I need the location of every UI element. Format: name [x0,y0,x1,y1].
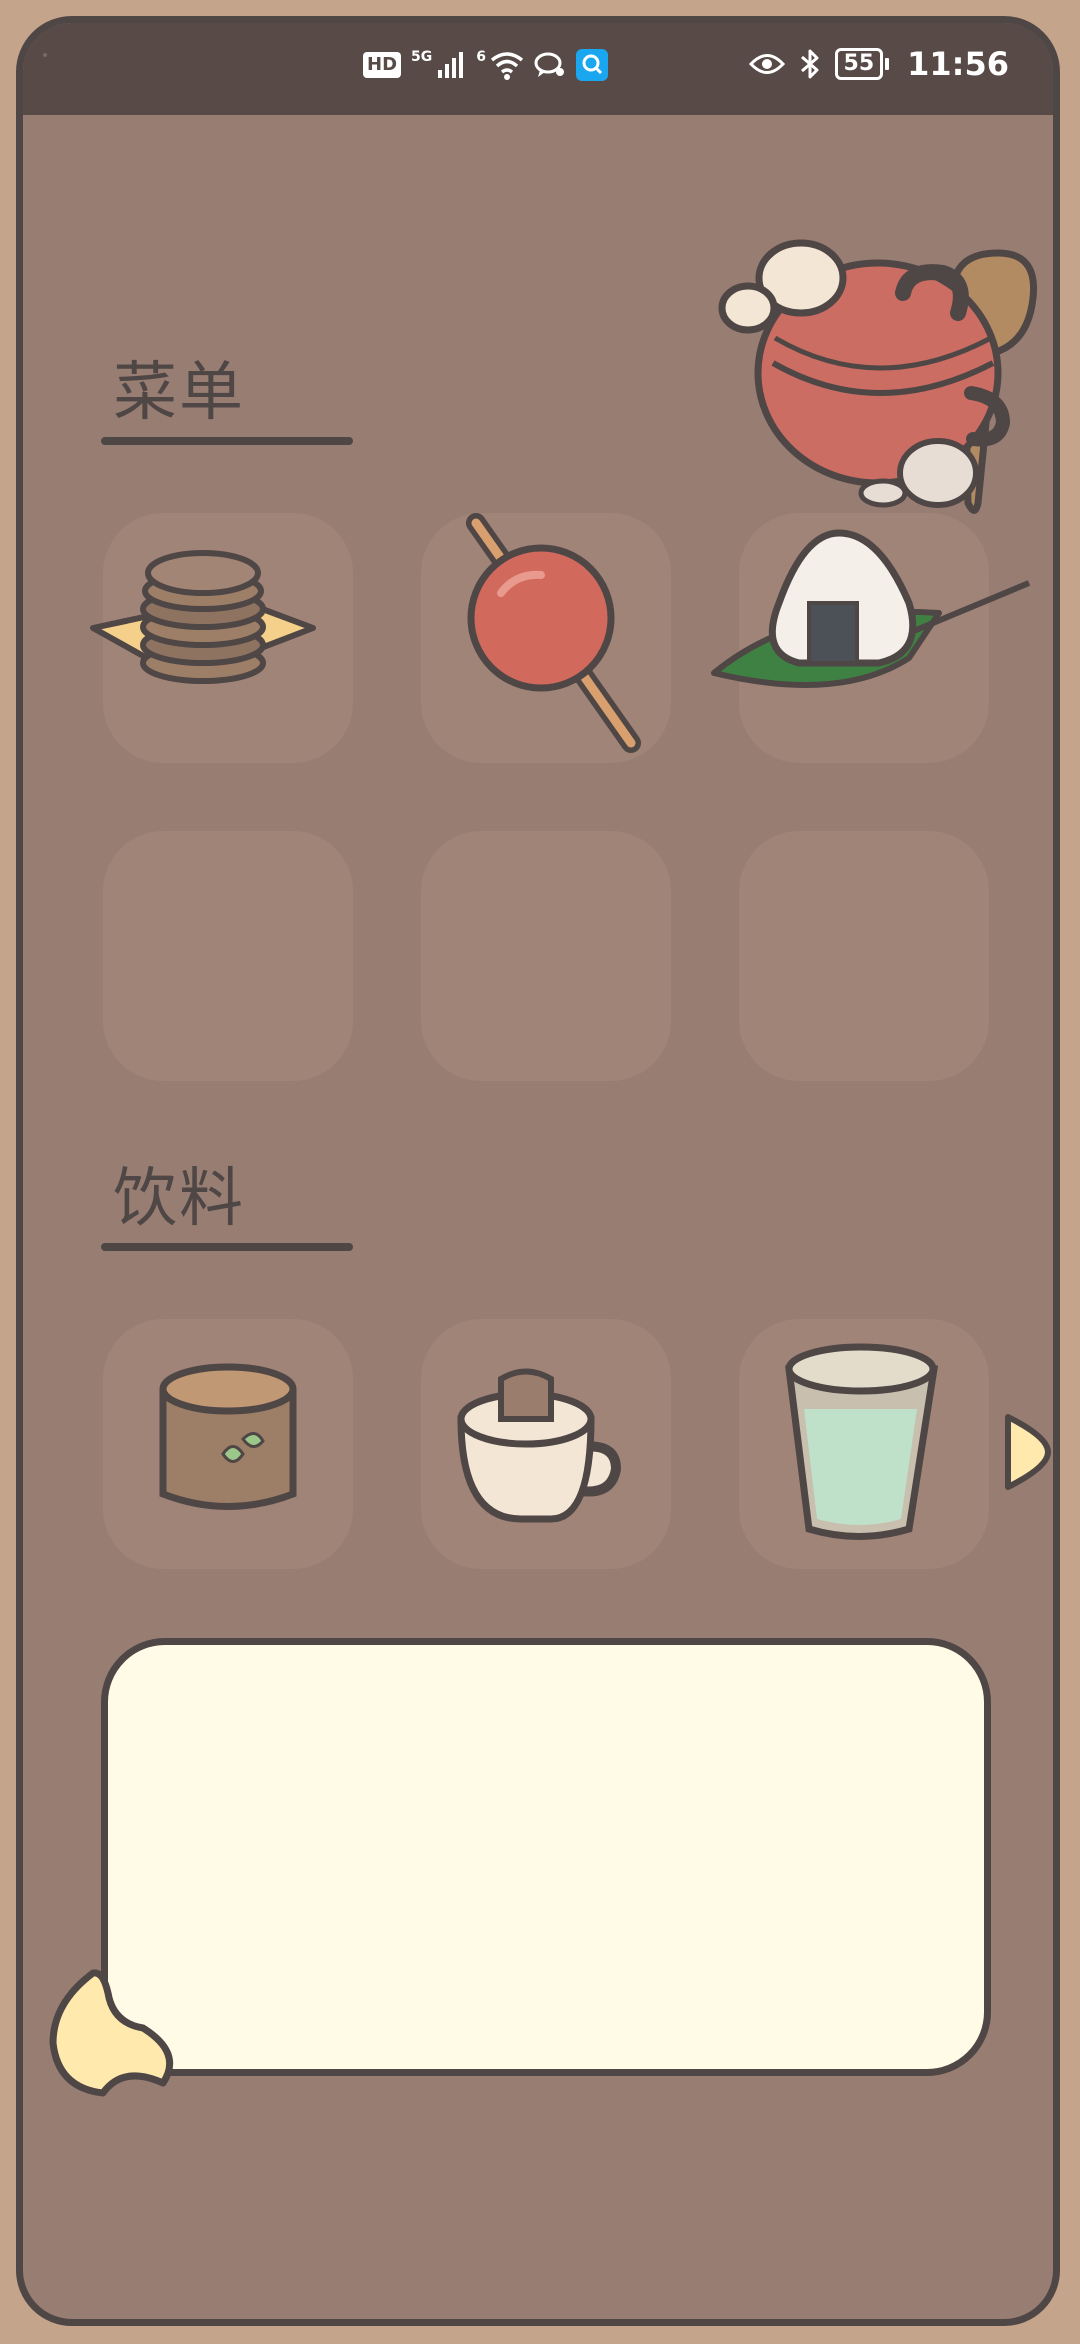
clock-time: 11:56 [907,45,1009,83]
drink-tile-1[interactable] [103,1319,353,1569]
drinks-section-title: 饮料 [113,1162,245,1236]
menu-tile-4[interactable] [103,831,353,1081]
water-glass-icon [785,1343,939,1540]
next-arrow-icon[interactable] [1003,1407,1053,1497]
menu-tile-5[interactable] [421,831,671,1081]
menu-title-underline [101,437,353,445]
menu-tile-6[interactable] [739,831,989,1081]
onigiri-icon [711,529,1031,688]
menu-section-title: 菜单 [113,356,245,430]
search-app-icon [576,49,608,81]
wifi-icon [490,52,524,80]
status-bar: HD 5G 6 55 11:56 [23,23,1053,115]
battery-icon: 55 [834,48,890,80]
widget-frame: HD 5G 6 55 11:56 菜单 饮料 [16,16,1060,2326]
menu-tile-3[interactable] [711,513,1031,763]
drink-tile-3[interactable] [739,1319,989,1569]
coffee-cup-icon [457,1368,622,1523]
menu-tile-2[interactable] [421,513,671,763]
hd-icon: HD [363,52,402,78]
tea-cup-icon [159,1363,297,1510]
candied-apple-icon [466,513,641,753]
chat-icon [534,52,564,77]
battery-level: 55 [834,48,884,80]
status-dot [43,53,47,57]
menu-tile-1[interactable] [90,513,353,763]
drinks-title-underline [101,1243,353,1251]
cooking-pot-icon [718,239,1038,514]
note-box[interactable] [101,1638,991,2076]
pancake-stack-icon [90,550,316,684]
signal-5g-label: 5G [411,49,433,65]
wifi-label: 6 [476,49,486,65]
drink-tile-2[interactable] [421,1319,671,1569]
eye-icon [748,54,785,74]
bluetooth-icon [800,49,819,79]
signal-5g-icon [438,52,464,78]
speech-tail-icon [49,1969,174,2097]
